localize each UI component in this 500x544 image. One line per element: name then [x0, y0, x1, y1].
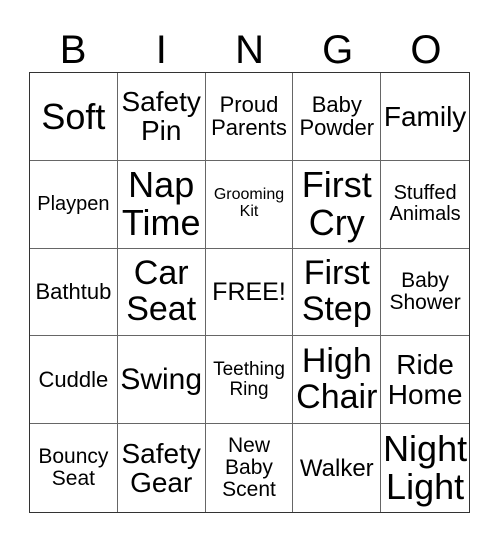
header-letter-o: O [410, 28, 442, 72]
header-letter-i: I [155, 28, 167, 72]
bingo-cell[interactable]: Proud Parents [205, 73, 294, 161]
bingo-cell[interactable]: Grooming Kit [205, 160, 294, 249]
bingo-cell[interactable]: Nap Time [117, 160, 206, 249]
bingo-cell[interactable]: Soft [30, 73, 118, 161]
bingo-header: B I N G O [29, 27, 470, 73]
bingo-cell[interactable]: Swing [117, 336, 206, 425]
bingo-cell[interactable]: Playpen [30, 160, 118, 249]
bingo-cell[interactable]: Teething Ring [205, 336, 294, 425]
header-letter-g: G [322, 28, 354, 72]
bingo-cell[interactable]: Car Seat [117, 248, 206, 337]
bingo-cell[interactable]: Ride Home [381, 336, 469, 425]
bingo-grid: Soft Safety Pin Proud Parents Baby Powde… [29, 72, 470, 513]
bingo-cell[interactable]: Safety Gear [118, 424, 206, 512]
bingo-cell[interactable]: Bathtub [30, 248, 118, 337]
bingo-cell[interactable]: Baby Shower [381, 249, 469, 337]
bingo-cell[interactable]: New Baby Scent [206, 424, 294, 512]
bingo-cell[interactable]: Cuddle [30, 336, 118, 425]
bingo-cell[interactable]: First Step [293, 248, 382, 337]
bingo-cell[interactable]: Bouncy Seat [30, 424, 118, 512]
free-space-cell[interactable]: FREE! [205, 248, 294, 337]
header-letter-n: N [235, 28, 264, 72]
header-letter-b: B [59, 28, 87, 72]
bingo-cell[interactable]: High Chair [293, 336, 382, 425]
bingo-cell[interactable]: Stuffed Animals [381, 161, 469, 249]
bingo-cell[interactable]: Baby Powder [293, 73, 382, 161]
bingo-cell[interactable]: First Cry [293, 160, 382, 249]
bingo-cell[interactable]: Safety Pin [117, 73, 206, 161]
bingo-cell[interactable]: Walker [293, 424, 382, 512]
bingo-cell[interactable]: Night Light [381, 424, 469, 512]
bingo-cell[interactable]: Family [381, 73, 469, 161]
